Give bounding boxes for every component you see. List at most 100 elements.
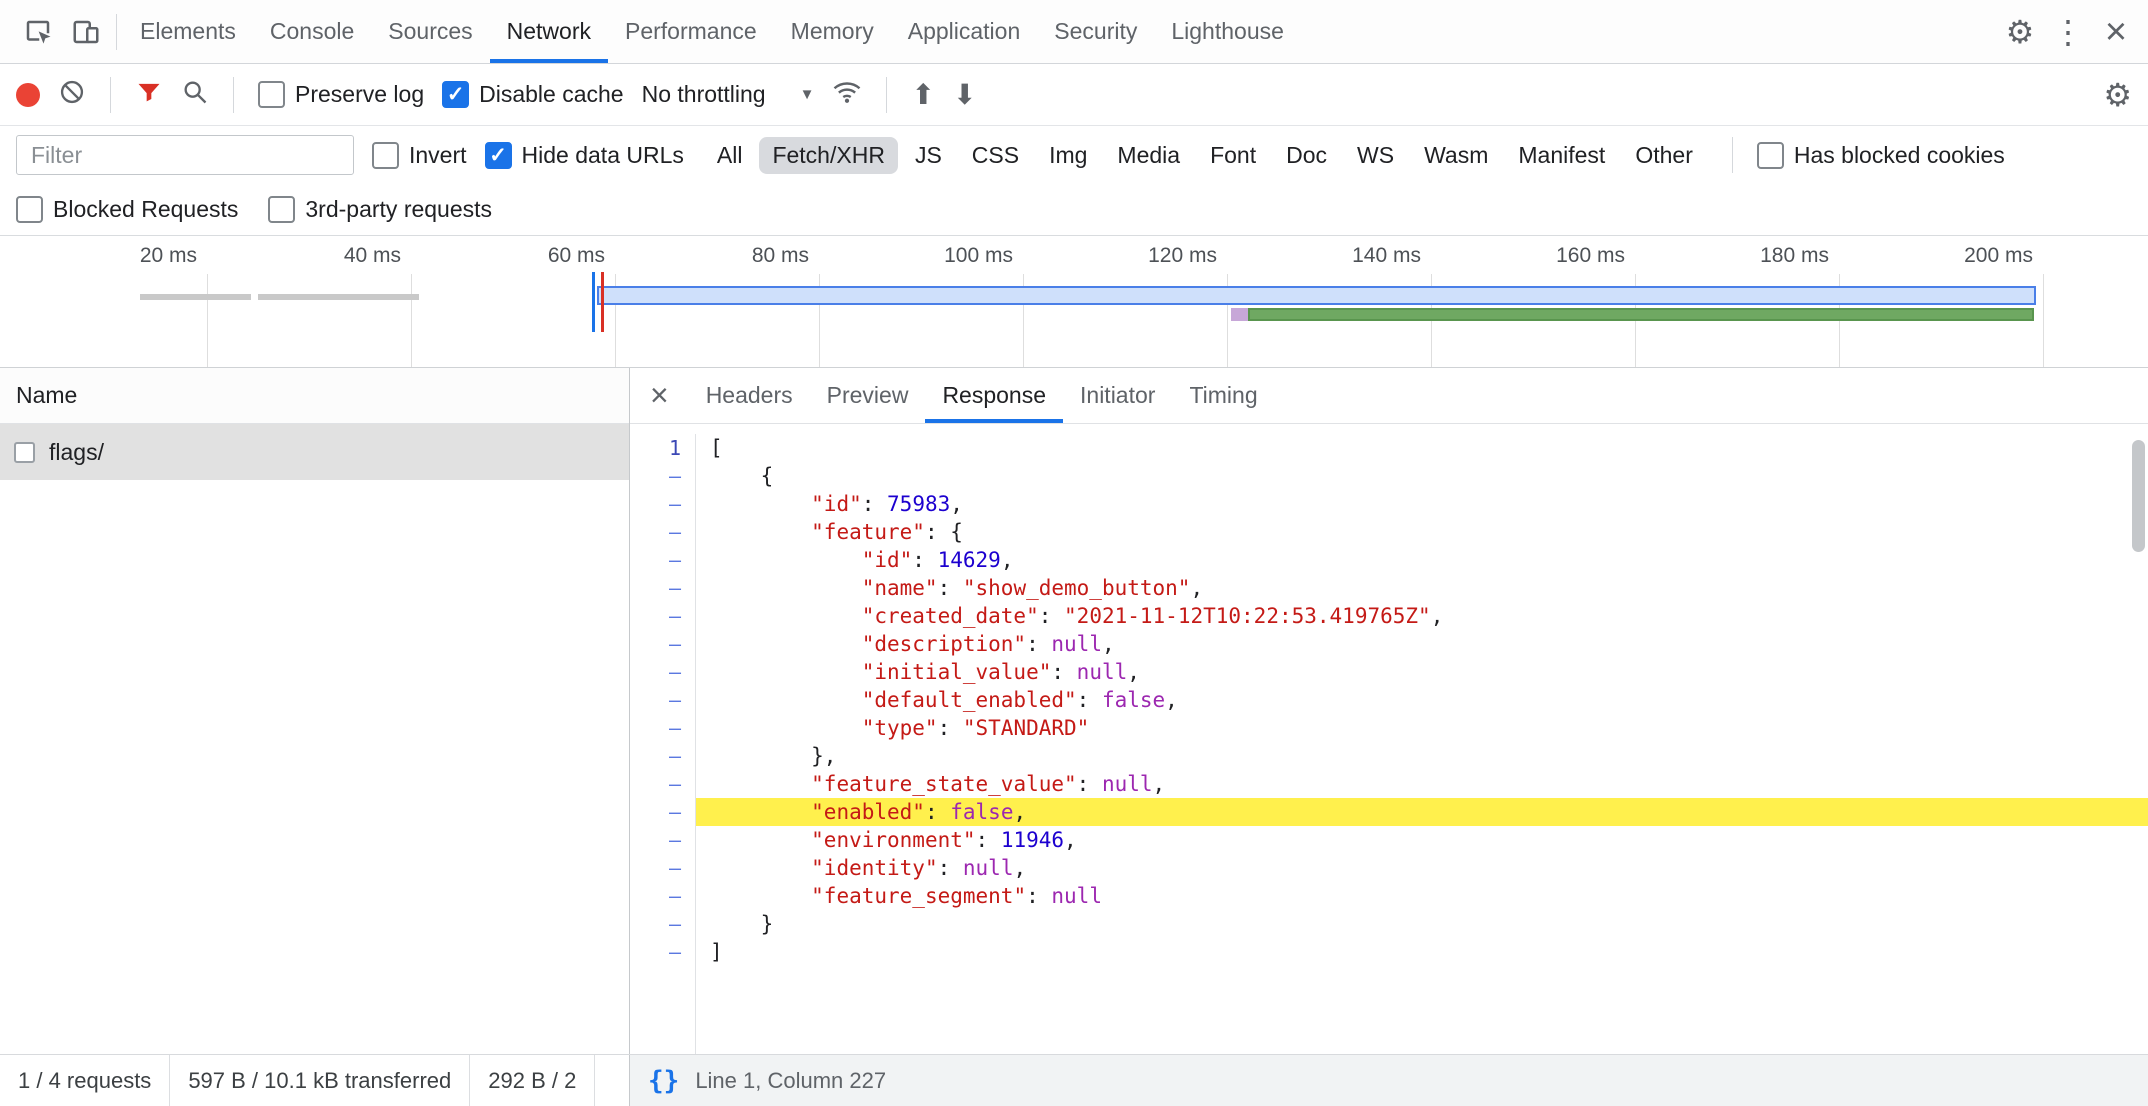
filter-input[interactable] [16, 135, 354, 175]
token [710, 576, 862, 600]
token: , [1064, 828, 1077, 852]
token: : [912, 548, 937, 572]
has-blocked-cookies-checkbox[interactable]: Has blocked cookies [1757, 142, 2005, 169]
token: , [1431, 604, 1444, 628]
divider [116, 14, 117, 50]
code-line: "feature_state_value": null, [696, 770, 2148, 798]
chip-all[interactable]: All [704, 137, 756, 174]
tab-console[interactable]: Console [253, 0, 371, 63]
tab-network[interactable]: Network [490, 0, 608, 63]
overview[interactable]: 20 ms40 ms60 ms80 ms100 ms120 ms140 ms16… [0, 236, 2148, 368]
resources-size: 292 B / 2 [470, 1055, 595, 1106]
tab-security[interactable]: Security [1037, 0, 1154, 63]
overview-request-bar-queueing [1231, 308, 1248, 321]
blocked-requests-checkbox[interactable]: Blocked Requests [16, 196, 238, 223]
chip-css[interactable]: CSS [959, 137, 1032, 174]
chip-fetchxhr[interactable]: Fetch/XHR [759, 137, 897, 174]
throttling-dropdown[interactable]: No throttling ▼ [642, 81, 815, 108]
import-har-button[interactable]: ⬆ [911, 78, 934, 111]
token: : [925, 800, 950, 824]
chip-media[interactable]: Media [1104, 137, 1193, 174]
fold-marker-icon: – [630, 686, 681, 714]
tab-performance[interactable]: Performance [608, 0, 774, 63]
request-list: flags/ [0, 424, 629, 480]
close-details-button[interactable]: × [630, 368, 689, 423]
token: , [1153, 772, 1166, 796]
overview-request-bar-waiting [597, 286, 2036, 305]
detail-tab-headers[interactable]: Headers [689, 368, 810, 423]
checkbox-label: Has blocked cookies [1794, 142, 2005, 169]
device-toolbar-button[interactable] [62, 8, 110, 56]
checkbox-box [268, 196, 295, 223]
record-network-log-button[interactable] [16, 83, 40, 107]
chip-manifest[interactable]: Manifest [1505, 137, 1618, 174]
overview-tick-label: 40 ms [251, 244, 401, 268]
code-lines: [ { "id": 75983, "feature": { "id": 1462… [696, 434, 2148, 1054]
chip-img[interactable]: Img [1036, 137, 1100, 174]
close-devtools-button[interactable]: × [2092, 8, 2140, 56]
tab-sources[interactable]: Sources [371, 0, 489, 63]
detail-tab-response[interactable]: Response [925, 368, 1063, 423]
detail-tab-timing[interactable]: Timing [1172, 368, 1274, 423]
tab-application[interactable]: Application [891, 0, 1038, 63]
token [710, 548, 862, 572]
tab-elements[interactable]: Elements [123, 0, 253, 63]
chip-font[interactable]: Font [1197, 137, 1269, 174]
settings-button[interactable]: ⚙ [1996, 8, 2044, 56]
code-line: } [696, 910, 2148, 938]
fold-marker-icon: – [630, 546, 681, 574]
main-split: Name flags/ × HeadersPreviewResponseInit… [0, 368, 2148, 1054]
token: 11946 [1001, 828, 1064, 852]
hide-data-urls-checkbox[interactable]: Hide data URLs [485, 142, 684, 169]
status-bar: 1 / 4 requests 597 B / 10.1 kB transferr… [0, 1054, 2148, 1106]
request-row[interactable]: flags/ [0, 424, 629, 480]
preserve-log-checkbox[interactable]: Preserve log [258, 81, 424, 108]
filter-toggle-button[interactable] [135, 78, 163, 112]
chip-ws[interactable]: WS [1344, 137, 1407, 174]
chip-other[interactable]: Other [1622, 137, 1706, 174]
tab-memory[interactable]: Memory [774, 0, 891, 63]
main-tabbar-actions: ⚙ ⋮ × [1996, 8, 2148, 56]
network-settings-button[interactable]: ⚙ [2103, 76, 2132, 114]
overview-tick-label: 100 ms [863, 244, 1013, 268]
detail-tabbar: × HeadersPreviewResponseInitiatorTiming [630, 368, 2148, 424]
token: } [710, 912, 773, 936]
more-options-button[interactable]: ⋮ [2044, 8, 2092, 56]
details-panel: × HeadersPreviewResponseInitiatorTiming … [630, 368, 2148, 1054]
token: }, [710, 744, 836, 768]
network-summary-bar: 1 / 4 requests 597 B / 10.1 kB transferr… [0, 1055, 630, 1106]
name-column-header[interactable]: Name [0, 368, 629, 424]
search-button[interactable] [181, 78, 209, 112]
more-vertical-icon: ⋮ [2052, 13, 2084, 51]
pretty-print-button[interactable]: {} [648, 1066, 679, 1096]
token: "feature" [811, 520, 925, 544]
overview-tick-label: 140 ms [1271, 244, 1421, 268]
token: false [950, 800, 1013, 824]
inspect-element-button[interactable] [14, 8, 62, 56]
code-line: "identity": null, [696, 854, 2148, 882]
detail-tab-initiator[interactable]: Initiator [1063, 368, 1172, 423]
invert-checkbox[interactable]: Invert [372, 142, 467, 169]
disable-cache-checkbox[interactable]: Disable cache [442, 81, 623, 108]
code-line: "feature_segment": null [696, 882, 2148, 910]
clear-network-log-button[interactable] [58, 78, 86, 112]
chip-wasm[interactable]: Wasm [1411, 137, 1501, 174]
code-line: "type": "STANDARD" [696, 714, 2148, 742]
third-party-requests-checkbox[interactable]: 3rd-party requests [268, 196, 492, 223]
overview-tick-label: 60 ms [455, 244, 605, 268]
chip-doc[interactable]: Doc [1273, 137, 1340, 174]
network-conditions-button[interactable] [832, 77, 862, 113]
token: "identity" [811, 856, 937, 880]
close-icon: × [650, 377, 669, 414]
code-line: "initial_value": null, [696, 658, 2148, 686]
export-har-button[interactable]: ⬇ [953, 78, 976, 111]
vertical-scrollbar[interactable] [2132, 440, 2145, 552]
tab-lighthouse[interactable]: Lighthouse [1154, 0, 1301, 63]
divider [886, 77, 887, 113]
chip-js[interactable]: JS [902, 137, 955, 174]
token: , [1127, 660, 1140, 684]
token: "initial_value" [862, 660, 1052, 684]
response-viewer[interactable]: 1–––––––––––––––––– [ { "id": 75983, "fe… [630, 424, 2148, 1054]
detail-tab-preview[interactable]: Preview [810, 368, 926, 423]
download-arrow-icon: ⬇ [953, 79, 976, 110]
